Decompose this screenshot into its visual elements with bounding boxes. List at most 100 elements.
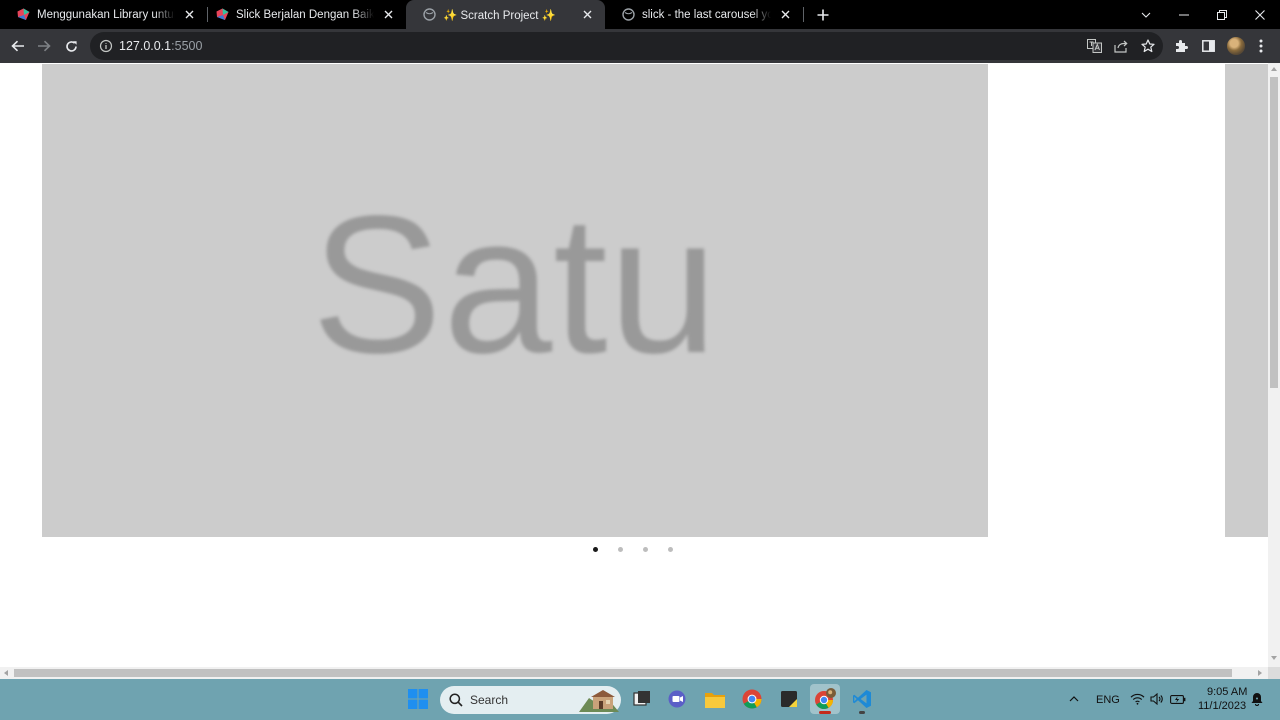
slide-text: Satu — [311, 175, 719, 394]
notifications-button[interactable] — [1249, 684, 1265, 714]
tab-title: Menggunakan Library untuk JQuery — [37, 8, 175, 21]
chrome-icon — [742, 689, 762, 709]
scroll-up-arrow-icon[interactable] — [1271, 67, 1277, 71]
reload-button[interactable] — [58, 33, 84, 59]
scrollbar-corner — [1268, 667, 1280, 679]
teams-meet-icon — [668, 690, 686, 708]
bell-icon — [1251, 693, 1263, 706]
globe-icon — [423, 8, 436, 21]
close-icon[interactable] — [579, 7, 595, 23]
show-hidden-icons-button[interactable] — [1059, 684, 1089, 714]
vertical-scroll-thumb[interactable] — [1270, 77, 1278, 388]
carousel-slide[interactable]: Satu — [42, 64, 988, 537]
search-highlight-icon — [579, 690, 619, 712]
translate-icon[interactable] — [1086, 38, 1102, 54]
active-app-indicator — [819, 711, 831, 714]
carousel-dot-1[interactable] — [588, 543, 613, 555]
share-icon[interactable] — [1113, 38, 1129, 54]
horizontal-scroll-thumb[interactable] — [14, 669, 1232, 677]
arrow-left-icon — [11, 40, 24, 52]
page-viewport: Satu — [0, 63, 1268, 667]
wifi-status[interactable] — [1128, 684, 1146, 714]
search-icon — [449, 693, 463, 707]
minimize-icon — [1179, 14, 1189, 15]
site-info-icon[interactable] — [99, 39, 113, 53]
address-bar[interactable]: 127.0.0.1:5500 — [90, 32, 1163, 60]
chrome-profile-button[interactable] — [810, 684, 840, 714]
profile-avatar[interactable] — [1227, 37, 1245, 55]
chevron-up-icon — [1069, 696, 1079, 702]
file-explorer-button[interactable] — [700, 684, 730, 714]
chevron-down-icon — [1141, 12, 1151, 18]
restore-button[interactable] — [1203, 0, 1241, 29]
horizontal-scrollbar[interactable] — [0, 667, 1268, 679]
scroll-left-arrow-icon[interactable] — [4, 670, 8, 676]
battery-status[interactable] — [1168, 684, 1188, 714]
running-app-indicator — [859, 711, 865, 714]
url-text[interactable]: 127.0.0.1:5500 — [119, 39, 202, 53]
close-icon — [1255, 9, 1265, 20]
task-view-icon — [633, 691, 650, 706]
minimize-button[interactable] — [1165, 0, 1203, 29]
clock-date[interactable]: 11/1/2023 — [1198, 700, 1246, 712]
tab-menggunakan-library[interactable]: Menggunakan Library untuk JQuery — [0, 0, 207, 29]
carousel-dots — [588, 543, 688, 555]
clock-time[interactable]: 9:05 AM — [1207, 686, 1247, 698]
bookmark-star-icon[interactable] — [1140, 38, 1156, 54]
url-host: 127.0.0.1 — [119, 39, 172, 53]
scroll-down-arrow-icon[interactable] — [1271, 656, 1277, 660]
vertical-scrollbar[interactable] — [1268, 63, 1280, 667]
teams-meet-button[interactable] — [663, 684, 693, 714]
tab-search-button[interactable] — [1127, 0, 1165, 29]
vscode-icon — [853, 690, 871, 708]
chrome-button[interactable] — [737, 684, 767, 714]
chrome-profile-icon — [815, 688, 836, 710]
puzzle-icon — [1176, 40, 1188, 52]
slick-logo-icon — [17, 8, 30, 21]
extensions-button[interactable] — [1168, 33, 1194, 59]
wifi-icon — [1130, 693, 1144, 705]
carousel-dot-2[interactable] — [613, 543, 638, 555]
url-port: :5500 — [171, 39, 203, 53]
plus-icon — [817, 9, 828, 20]
file-explorer-icon — [705, 692, 725, 708]
close-window-button[interactable] — [1241, 0, 1279, 29]
tab-slick-berjalan[interactable]: Slick Berjalan Dengan Baik Tetapi — [199, 0, 406, 29]
forward-button[interactable] — [31, 33, 57, 59]
search-label: Search — [470, 693, 509, 707]
reload-icon — [65, 40, 77, 52]
kebab-menu-icon — [1259, 39, 1263, 53]
start-button[interactable] — [403, 684, 433, 714]
back-button[interactable] — [5, 33, 31, 59]
speaker-icon — [1150, 693, 1163, 705]
task-view-button[interactable] — [627, 684, 657, 714]
new-tab-button[interactable] — [812, 4, 833, 25]
sticky-notes-button[interactable] — [774, 684, 804, 714]
globe-icon — [622, 8, 635, 21]
vscode-button[interactable] — [847, 684, 877, 714]
restore-icon — [1217, 9, 1227, 20]
close-icon[interactable] — [777, 7, 793, 23]
side-panel-button[interactable] — [1195, 33, 1221, 59]
tab-strip: Menggunakan Library untuk JQuery Slick B… — [0, 0, 1280, 29]
tab-title: Slick Berjalan Dengan Baik Tetapi — [236, 8, 374, 21]
scroll-right-arrow-icon[interactable] — [1258, 670, 1262, 676]
taskbar-search-box[interactable]: Search — [440, 686, 621, 714]
battery-charging-icon — [1170, 694, 1186, 704]
carousel-dot-4[interactable] — [663, 543, 688, 555]
tab-scratch-project[interactable]: ✨ Scratch Project ✨ — [406, 0, 605, 29]
menu-button[interactable] — [1248, 33, 1274, 59]
close-icon[interactable] — [181, 7, 197, 23]
language-indicator[interactable]: ENG — [1096, 694, 1120, 706]
volume-status[interactable] — [1148, 684, 1166, 714]
tab-title: slick - the last carousel you'll ever ne… — [642, 8, 771, 21]
close-icon[interactable] — [380, 7, 396, 23]
sticky-notes-icon — [781, 691, 797, 707]
arrow-right-icon — [38, 40, 51, 52]
slick-logo-icon — [216, 8, 229, 21]
tab-separator — [803, 7, 804, 22]
tab-slick-carousel[interactable]: slick - the last carousel you'll ever ne… — [605, 0, 803, 29]
carousel-dot-3[interactable] — [638, 543, 663, 555]
tab-title: ✨ Scratch Project ✨ — [443, 9, 557, 22]
windows-start-icon — [408, 689, 428, 709]
